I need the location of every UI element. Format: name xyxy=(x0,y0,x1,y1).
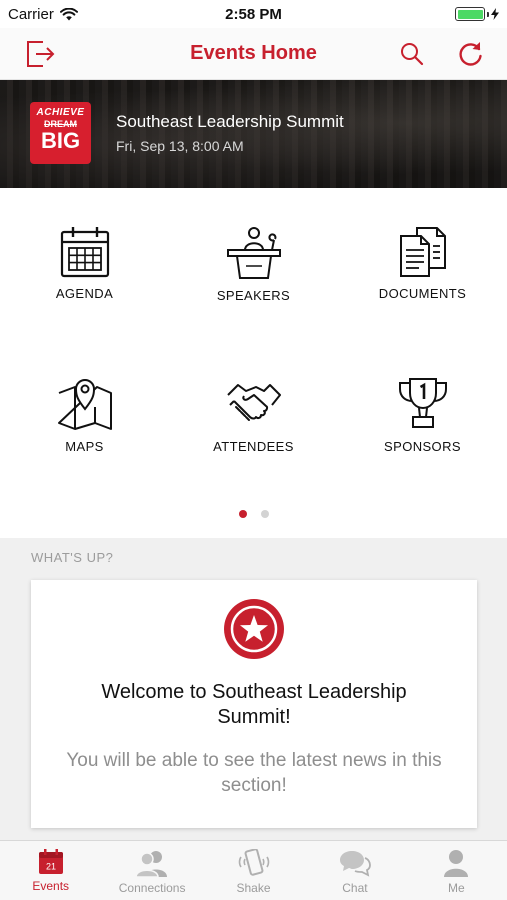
calendar-icon: 21 xyxy=(38,849,63,874)
banner-text: Southeast Leadership Summit Fri, Sep 13,… xyxy=(116,112,344,154)
attendees-label: ATTENDEES xyxy=(213,439,294,454)
page-dot-1[interactable] xyxy=(238,510,247,518)
battery-icon xyxy=(455,7,485,21)
tab-chat[interactable]: Chat xyxy=(304,841,405,900)
event-banner[interactable]: ACHIEVE DREAM BIG Southeast Leadership S… xyxy=(0,80,507,188)
podium-icon xyxy=(226,227,281,279)
handshake-icon xyxy=(226,384,281,421)
chat-icon xyxy=(339,851,371,877)
whats-up-section: WHAT'S UP? Welcome to Southeast Leadersh… xyxy=(0,538,507,840)
sponsors-tile[interactable]: SPONSORS xyxy=(338,339,507,490)
status-bar: Carrier 2:58 PM xyxy=(0,0,507,28)
trophy-icon xyxy=(398,378,447,428)
tab-me-label: Me xyxy=(447,881,465,895)
wifi-icon xyxy=(59,7,78,20)
search-icon xyxy=(401,43,424,66)
navigation-bar: Events Home xyxy=(0,28,507,80)
tab-chat-label: Chat xyxy=(342,881,368,895)
logo-line1: ACHIEVE xyxy=(36,107,85,118)
tab-shake-label: Shake xyxy=(236,881,271,895)
charging-icon xyxy=(491,8,499,20)
maps-label: MAPS xyxy=(65,439,104,454)
event-name: Southeast Leadership Summit xyxy=(116,112,344,131)
documents-icon xyxy=(399,227,446,277)
event-date: Fri, Sep 13, 8:00 AM xyxy=(116,138,244,154)
people-icon xyxy=(135,851,168,877)
battery-fill xyxy=(457,9,483,19)
speakers-tile[interactable]: SPEAKERS xyxy=(169,188,338,339)
logo-line3: BIG xyxy=(40,128,81,153)
battery-tip xyxy=(487,11,489,17)
documents-label: DOCUMENTS xyxy=(378,286,467,301)
feature-grid: AGENDA SPEAKERS DOCUMENTS MAPS ATTENDEES… xyxy=(0,188,507,538)
news-card[interactable]: Welcome to Southeast Leadership Summit! … xyxy=(31,580,477,828)
exit-button[interactable] xyxy=(22,36,58,72)
events-badge-text: 21 xyxy=(46,862,56,872)
phone-shake-icon xyxy=(238,849,269,876)
agenda-label: AGENDA xyxy=(55,286,114,301)
tab-events[interactable]: 21 Events xyxy=(0,841,101,900)
documents-tile[interactable]: DOCUMENTS xyxy=(338,188,507,339)
page-dot-2[interactable] xyxy=(260,510,269,518)
refresh-button[interactable] xyxy=(453,36,489,72)
calendar-icon xyxy=(60,227,109,278)
card-body: You will be able to see the latest news … xyxy=(66,750,442,796)
whats-up-heading: WHAT'S UP? xyxy=(31,550,114,565)
attendees-tile[interactable]: ATTENDEES xyxy=(169,339,338,490)
person-icon xyxy=(444,850,469,877)
status-left: Carrier xyxy=(8,6,78,23)
events-home-screen: Carrier 2:58 PM Events Home ACHIEVE DREA… xyxy=(0,0,507,900)
page-title: Events Home xyxy=(190,42,317,64)
tab-shake[interactable]: Shake xyxy=(203,841,304,900)
map-icon xyxy=(57,379,112,430)
maps-tile[interactable]: MAPS xyxy=(0,339,169,490)
tab-events-label: Events xyxy=(32,879,70,893)
tab-bar: 21 Events Connections Shake Chat Me xyxy=(0,840,507,900)
search-button[interactable] xyxy=(394,36,430,72)
refresh-icon xyxy=(459,42,482,66)
exit-icon xyxy=(27,41,55,67)
speakers-label: SPEAKERS xyxy=(216,288,291,303)
battery-indicator xyxy=(455,7,499,21)
page-indicator[interactable] xyxy=(0,510,507,518)
tab-me[interactable]: Me xyxy=(406,841,507,900)
star-icon xyxy=(224,599,284,659)
tab-connections[interactable]: Connections xyxy=(101,841,202,900)
agenda-tile[interactable]: AGENDA xyxy=(0,188,169,339)
tab-connections-label: Connections xyxy=(118,881,186,895)
sponsors-label: SPONSORS xyxy=(384,439,461,454)
event-logo: ACHIEVE DREAM BIG xyxy=(30,102,91,164)
card-title: Welcome to Southeast Leadership Summit! xyxy=(101,681,407,728)
carrier-label: Carrier xyxy=(8,5,54,23)
